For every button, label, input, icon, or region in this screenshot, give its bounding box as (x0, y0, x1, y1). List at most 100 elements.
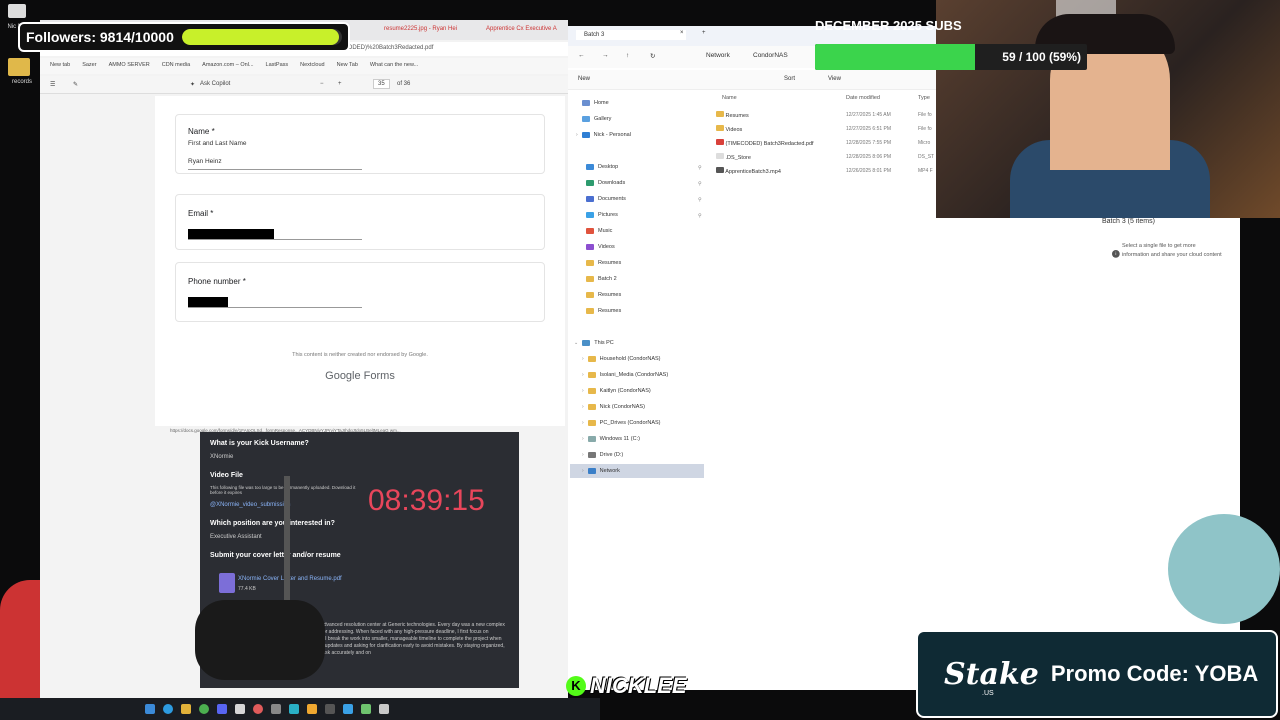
view-button[interactable]: View (828, 76, 841, 82)
ask-copilot-button[interactable]: Ask Copilot (200, 81, 230, 87)
app-icon[interactable] (343, 704, 353, 714)
app-icon[interactable] (307, 704, 317, 714)
nav-pictures[interactable]: Pictures (586, 212, 618, 218)
nav-resumes[interactable]: Resumes (586, 260, 621, 266)
app-icon[interactable] (235, 704, 245, 714)
breadcrumb-item[interactable]: CondorNAS (753, 52, 788, 59)
zoom-in-icon[interactable]: + (338, 81, 342, 87)
video-file-icon (716, 167, 724, 173)
chrome-icon[interactable] (199, 704, 209, 714)
pin-icon[interactable]: ⚲ (698, 165, 702, 171)
followers-goal: Followers: 9814/10000 (18, 22, 350, 52)
breadcrumb-item[interactable]: Network (706, 52, 730, 59)
nav-resumes[interactable]: Resumes (586, 308, 621, 314)
file-date: 12/27/2025 1:45 AM (846, 112, 891, 118)
nav-documents[interactable]: Documents (586, 196, 626, 202)
file-row[interactable]: Resumes (716, 111, 749, 119)
refresh-icon[interactable]: ↻ (650, 52, 655, 60)
folder-icon (586, 260, 594, 266)
zoom-out-icon[interactable]: − (320, 81, 324, 87)
explorer-tab[interactable]: Batch 3 (576, 30, 686, 40)
app-icon[interactable] (271, 704, 281, 714)
app-icon[interactable] (289, 704, 299, 714)
windows-drive-icon (587, 436, 596, 442)
nav-home[interactable]: Home (582, 100, 609, 106)
file-type: File fo (918, 126, 932, 132)
network-drive-icon (587, 372, 596, 378)
bookmark[interactable]: New Tab (337, 62, 358, 70)
bookmark[interactable]: New tab (50, 62, 70, 70)
followers-progress-bar (181, 29, 342, 45)
file-explorer-icon[interactable] (181, 704, 191, 714)
discord-icon[interactable] (217, 704, 227, 714)
file-row[interactable]: ApprenticeBatch3.mp4 (716, 167, 781, 175)
nav-drive[interactable]: › Windows 11 (C:) (582, 436, 640, 442)
bookmark[interactable]: LastPass (266, 62, 289, 70)
nav-music[interactable]: Music (586, 228, 612, 234)
bookmark[interactable]: Sazer (82, 62, 96, 70)
list-icon[interactable]: ☰ (50, 81, 55, 88)
forward-icon[interactable]: → (602, 52, 609, 59)
start-icon[interactable] (145, 704, 155, 714)
bookmark[interactable]: AMMO SERVER (109, 62, 150, 70)
nav-this-pc[interactable]: ⌄ This PC (574, 340, 614, 346)
bookmark[interactable]: Amazon.com – Onl... (202, 62, 253, 70)
network-drive-icon (587, 404, 596, 410)
nav-onedrive[interactable]: › Nick - Personal (576, 132, 631, 138)
close-tab-icon[interactable]: × (680, 30, 684, 36)
nav-gallery[interactable]: Gallery (582, 116, 611, 122)
sort-button[interactable]: Sort (784, 76, 795, 82)
nav-drive[interactable]: › Kaitlyn (CondorNAS) (582, 388, 651, 394)
bookmark[interactable]: CDN media (162, 62, 190, 70)
new-tab-icon[interactable]: + (702, 30, 706, 36)
back-icon[interactable]: ← (578, 52, 585, 59)
nav-resumes[interactable]: Resumes (586, 292, 621, 298)
pin-icon[interactable]: ⚲ (698, 197, 702, 203)
nav-drive[interactable]: › Isolani_Media (CondorNAS) (582, 372, 668, 378)
column-type[interactable]: Type (918, 95, 930, 101)
file-date: 12/28/2025 7:55 PM (846, 140, 892, 146)
page-number-input[interactable]: 35 (373, 79, 390, 89)
network-drive-icon (587, 388, 596, 394)
nav-videos[interactable]: Videos (586, 244, 615, 250)
nav-drive[interactable]: › PC_Drives (CondorNAS) (582, 420, 661, 426)
file-row[interactable]: Videos (716, 125, 742, 133)
google-disclaimer: This content is neither created nor endo… (292, 352, 428, 358)
gallery-icon (582, 116, 590, 122)
stake-logo: Stake (944, 656, 1039, 692)
video-link[interactable]: @XNormie_video_submission (210, 502, 290, 508)
browser-tab[interactable]: Apprentice Cx Executive A (480, 22, 568, 38)
nav-batch2[interactable]: Batch 2 (586, 276, 617, 282)
subs-goal-title: DECEMBER 2025 SUBS (815, 18, 962, 33)
file-row[interactable]: (TIMECODED) Batch3Redacted.pdf (716, 139, 814, 147)
file-row[interactable]: .DS_Store (716, 153, 751, 161)
desktop-file-icon[interactable] (8, 4, 26, 18)
folder-icon[interactable] (8, 58, 30, 76)
new-button[interactable]: New (578, 76, 590, 82)
column-date[interactable]: Date modified (846, 95, 880, 101)
kick-username-question: What is your Kick Username? (210, 440, 309, 447)
browser-tab[interactable]: resume2225.jpg - Ryan Hei (378, 22, 478, 38)
column-name[interactable]: Name (722, 95, 737, 101)
bookmark[interactable]: Nextcloud (300, 62, 324, 70)
nav-drive[interactable]: › Household (CondorNAS) (582, 356, 661, 362)
nav-drive[interactable]: › Drive (D:) (582, 452, 623, 458)
name-hint: First and Last Name (188, 140, 247, 147)
copilot-icon[interactable]: ✦ (190, 81, 195, 88)
nav-desktop[interactable]: Desktop (586, 164, 618, 170)
up-icon[interactable]: ↑ (626, 52, 629, 59)
google-forms-logo: Google Forms (325, 370, 395, 382)
nav-downloads[interactable]: Downloads (586, 180, 625, 186)
nav-network[interactable]: › Network (582, 468, 620, 474)
pin-icon[interactable]: ⚲ (698, 213, 702, 219)
pin-icon[interactable]: ⚲ (698, 181, 702, 187)
edge-icon[interactable] (163, 704, 173, 714)
bookmark[interactable]: What can the new... (370, 62, 418, 70)
draw-icon[interactable]: ✎ (73, 81, 78, 88)
app-icon[interactable] (253, 704, 263, 714)
app-icon[interactable] (361, 704, 371, 714)
app-icon[interactable] (325, 704, 335, 714)
app-icon[interactable] (379, 704, 389, 714)
nav-drive[interactable]: › Nick (CondorNAS) (582, 404, 645, 410)
followers-progress-fill (181, 29, 340, 45)
